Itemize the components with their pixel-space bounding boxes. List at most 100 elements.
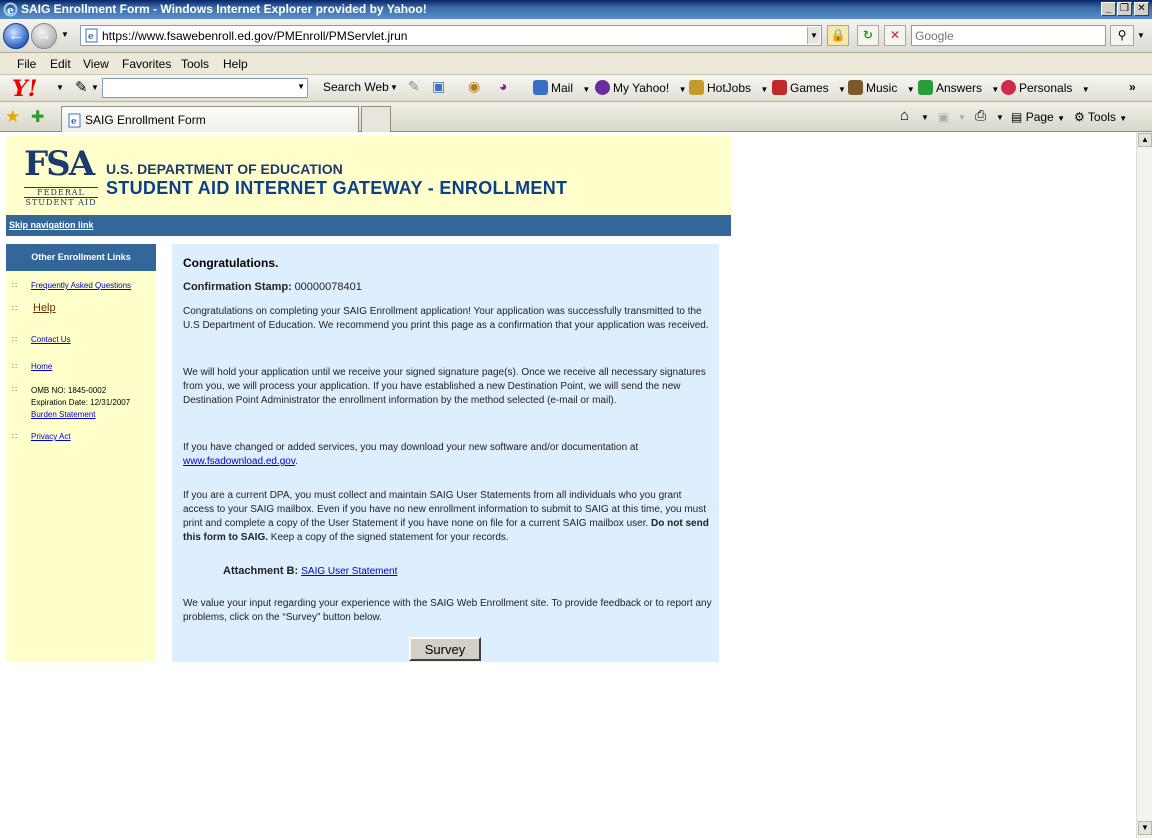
sidebar-heading: Other Enrollment Links <box>6 244 156 271</box>
headphones-icon[interactable]: ◕ <box>499 78 507 94</box>
yahoo-search-dropdown-icon[interactable]: ▼ <box>297 82 305 91</box>
paragraph-dpa: If you are a current DPA, you must colle… <box>183 490 709 543</box>
search-box[interactable] <box>911 25 1106 46</box>
home-dropdown-icon[interactable]: ▼ <box>921 113 929 122</box>
music-button[interactable]: Music ▼ <box>848 80 915 95</box>
menu-tools[interactable]: Tools <box>181 57 209 71</box>
gear-icon: ⚙ <box>1074 110 1085 124</box>
pencil-dropdown-icon[interactable]: ▼ <box>91 83 99 92</box>
favorites-star-icon[interactable]: ★ <box>5 107 20 127</box>
svg-text:e: e <box>71 117 77 127</box>
personals-button[interactable]: Personals ▼ <box>1001 80 1090 95</box>
yahoo-toolbar: Y! ▼ ✎ ▼ ▼ Search Web ▼ ✎ ▣ ◉ ◕ Mail ▼ M… <box>0 75 1152 102</box>
vertical-scrollbar[interactable]: ▲ ▼ <box>1136 132 1152 838</box>
personals-dropdown-icon[interactable]: ▼ <box>1082 85 1090 94</box>
sidebar: Other Enrollment Links ∷ Frequently Aske… <box>6 244 156 662</box>
minimize-button[interactable]: _ <box>1101 2 1116 16</box>
feeds-icon[interactable]: ▣ <box>938 110 949 124</box>
attachment-label: Attachment B: <box>223 565 299 577</box>
saig-user-statement-link[interactable]: SAIG User Statement <box>301 566 397 577</box>
my-yahoo-button[interactable]: My Yahoo! ▼ <box>595 80 687 95</box>
answers-button[interactable]: Answers ▼ <box>918 80 999 95</box>
games-button[interactable]: Games ▼ <box>772 80 846 95</box>
my-yahoo-dropdown-icon[interactable]: ▼ <box>679 85 687 94</box>
yahoo-search-input[interactable] <box>103 79 283 97</box>
history-dropdown-icon[interactable]: ▼ <box>61 30 69 39</box>
maximize-button[interactable]: ❐ <box>1117 2 1132 16</box>
department-heading: U.S. DEPARTMENT OF EDUCATION <box>106 161 343 177</box>
omb-number: OMB NO: 1845-0002 <box>31 386 107 395</box>
faq-link[interactable]: Frequently Asked Questions <box>31 281 131 290</box>
address-toolbar: ← → ▼ e https://www.fsawebenroll.ed.gov/… <box>0 19 1152 53</box>
home-link[interactable]: Home <box>31 362 52 371</box>
security-lock-button[interactable]: 🔒 <box>827 25 849 46</box>
address-dropdown-icon[interactable]: ▼ <box>807 27 820 44</box>
fsa-logo[interactable]: FSA FEDERAL STUDENT AID <box>24 144 98 208</box>
svg-text:e: e <box>88 32 94 42</box>
page-dropdown-icon: ▼ <box>1057 114 1065 123</box>
print-dropdown-icon[interactable]: ▼ <box>996 113 1004 122</box>
scroll-up-icon[interactable]: ▲ <box>1138 133 1152 147</box>
burden-statement-link[interactable]: Burden Statement <box>31 410 95 419</box>
address-bar[interactable]: e https://www.fsawebenroll.ed.gov/PMEnro… <box>80 25 822 46</box>
hotjobs-dropdown-icon[interactable]: ▼ <box>760 85 768 94</box>
skip-nav-bar: Skip navigation link <box>6 215 731 236</box>
tools-menu-button[interactable]: ⚙ Tools ▼ <box>1074 110 1127 124</box>
menu-bar: File Edit View Favorites Tools Help <box>0 53 1152 75</box>
grid-bullet-icon: ∷ <box>12 335 18 344</box>
yahoo-menu-dropdown-icon[interactable]: ▼ <box>56 83 64 92</box>
menu-file[interactable]: File <box>17 57 36 71</box>
print-icon[interactable]: ⎙ <box>975 107 986 124</box>
close-window-button[interactable]: ✕ <box>1134 2 1149 16</box>
survey-button[interactable]: Survey <box>409 637 481 661</box>
tab-saig-enrollment[interactable]: e SAIG Enrollment Form <box>61 106 359 132</box>
hotjobs-icon <box>689 80 704 95</box>
privacy-act-link[interactable]: Privacy Act <box>31 432 71 441</box>
stop-button[interactable]: ✕ <box>884 25 906 46</box>
feeds-dropdown-icon[interactable]: ▼ <box>958 113 966 122</box>
menu-edit[interactable]: Edit <box>50 57 71 71</box>
yahoo-mail-button[interactable]: Mail ▼ <box>533 80 590 95</box>
magnifier-icon: ⚲ <box>1117 28 1127 42</box>
search-input[interactable] <box>912 26 1102 45</box>
add-favorite-icon[interactable]: ✚ <box>31 107 44 127</box>
forward-button[interactable]: → <box>31 23 57 49</box>
contact-us-link[interactable]: Contact Us <box>31 335 71 344</box>
paragraph-signatures: We will hold your application until we r… <box>183 367 706 406</box>
search-web-dropdown-icon[interactable]: ▼ <box>390 83 398 92</box>
address-url[interactable]: https://www.fsawebenroll.ed.gov/PMEnroll… <box>102 29 407 43</box>
back-button[interactable]: ← <box>3 23 29 49</box>
search-options-icon[interactable]: ▼ <box>1137 31 1145 40</box>
yahoo-logo[interactable]: Y! <box>12 76 37 102</box>
fsadownload-link[interactable]: www.fsadownload.ed.gov <box>183 456 295 467</box>
refresh-button[interactable]: ↻ <box>857 25 879 46</box>
menu-favorites[interactable]: Favorites <box>122 57 171 71</box>
new-tab-button[interactable] <box>361 106 391 132</box>
help-link[interactable]: Help <box>33 302 56 314</box>
answers-icon <box>918 80 933 95</box>
forms-icon[interactable]: ▣ <box>432 78 445 95</box>
mail-dropdown-icon[interactable]: ▼ <box>582 85 590 94</box>
skip-navigation-link[interactable]: Skip navigation link <box>9 220 94 230</box>
hotjobs-button[interactable]: HotJobs ▼ <box>689 80 768 95</box>
menu-view[interactable]: View <box>83 57 109 71</box>
menu-help[interactable]: Help <box>223 57 248 71</box>
search-web-button[interactable]: Search Web <box>323 80 389 94</box>
paragraph-feedback: We value your input regarding your exper… <box>183 598 712 623</box>
pencil-icon[interactable]: ✎ <box>75 78 88 96</box>
tab-bar: ★ ✚ e SAIG Enrollment Form ⌂ ▼ ▣ ▼ ⎙ ▼ ▤… <box>0 103 1152 132</box>
answers-dropdown-icon[interactable]: ▼ <box>991 85 999 94</box>
yahoo-search-box[interactable]: ▼ <box>102 78 308 98</box>
scroll-down-icon[interactable]: ▼ <box>1138 821 1152 835</box>
globe-icon[interactable]: ◉ <box>468 78 480 95</box>
search-go-button[interactable]: ⚲ <box>1110 25 1134 46</box>
home-icon[interactable]: ⌂ <box>900 107 909 124</box>
svg-text:e: e <box>7 4 14 17</box>
games-dropdown-icon[interactable]: ▼ <box>838 85 846 94</box>
stop-icon: ✕ <box>889 28 901 42</box>
music-dropdown-icon[interactable]: ▼ <box>907 85 915 94</box>
toolbar-overflow-icon[interactable]: » <box>1129 80 1136 94</box>
highlight-icon[interactable]: ✎ <box>408 78 420 95</box>
page-menu-button[interactable]: ▤ Page ▼ <box>1011 110 1065 124</box>
ie-logo-icon: e <box>3 2 18 17</box>
